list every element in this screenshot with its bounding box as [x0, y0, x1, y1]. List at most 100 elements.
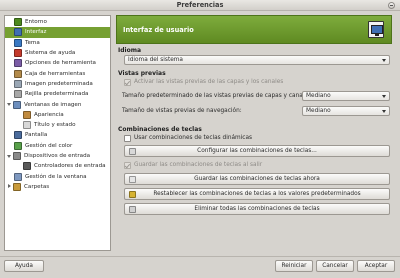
tree-item[interactable]: Carpetas	[5, 182, 110, 192]
save-icon	[129, 176, 136, 183]
title-bar: Preferencias	[0, 0, 400, 11]
tree-item-label: Sistema de ayuda	[25, 50, 76, 57]
save-shortcuts-now-button[interactable]: Guardar las combinaciones de teclas ahor…	[124, 173, 390, 185]
activate-previews-label: Activar las vistas previas de las capas …	[134, 79, 284, 85]
tree-item-icon	[13, 152, 21, 161]
restore-shortcuts-button[interactable]: Restablecer las combinaciones de teclas …	[124, 188, 390, 200]
configure-shortcuts-label: Configurar las combinaciones de teclas..…	[197, 148, 317, 154]
tree-item-icon	[14, 69, 22, 78]
tree-item[interactable]: Caja de herramientas	[5, 69, 110, 79]
help-button-label: Ayuda	[15, 263, 33, 269]
page-header: Interfaz de usuario	[116, 15, 392, 44]
tree-item-label: Gestión del color	[25, 142, 73, 149]
cancel-button-label: Cancelar	[322, 263, 348, 269]
cancel-button[interactable]: Cancelar	[316, 260, 354, 272]
minimize-button[interactable]	[388, 2, 395, 9]
preferences-window: Entorno Interfaz Tema Sistema de ayuda Opcio…	[0, 11, 400, 278]
dynamic-shortcuts-checkbox[interactable]	[124, 135, 131, 142]
tree-item-icon	[23, 162, 31, 171]
language-select[interactable]: Idioma del sistema	[124, 55, 390, 65]
tree-item-icon	[14, 38, 22, 47]
nav-preview-size-select[interactable]: Mediano	[302, 106, 390, 116]
tree-item[interactable]: Pantalla	[5, 130, 110, 140]
tree-item[interactable]: Interfaz	[5, 27, 110, 38]
chevron-down-icon	[382, 110, 386, 113]
layer-preview-size-value: Mediano	[306, 93, 331, 99]
tree-item-label: Apariencia	[34, 111, 64, 118]
chevron-down-icon	[382, 59, 386, 62]
tree-item[interactable]: Gestión de la ventana	[5, 172, 110, 182]
reset-button-label: Reiniciar	[281, 263, 307, 269]
page-title: Interfaz de usuario	[123, 26, 194, 34]
tree-item[interactable]: Imagen predeterminada	[5, 79, 110, 89]
tree-item[interactable]: Título y estado	[5, 120, 110, 130]
monitor-icon	[368, 21, 384, 38]
tree-item[interactable]: Gestión del color	[5, 141, 110, 151]
tree-item[interactable]: Apariencia	[5, 110, 110, 120]
save-shortcuts-now-label: Guardar las combinaciones de teclas ahor…	[194, 176, 320, 182]
tree-item-icon	[13, 100, 21, 109]
tree-item-icon	[14, 18, 22, 27]
restore-icon	[129, 191, 136, 198]
tree-item-label: Caja de herramientas	[25, 70, 86, 77]
tree-item-label: Dispositivos de entrada	[24, 153, 91, 160]
tree-item-icon	[14, 141, 22, 150]
reset-button[interactable]: Reiniciar	[275, 260, 313, 272]
keyboard-icon	[129, 148, 136, 155]
layer-preview-size-label: Tamaño predeterminado de las vistas prev…	[122, 93, 313, 99]
configure-shortcuts-button[interactable]: Configurar las combinaciones de teclas..…	[124, 145, 390, 157]
tree-item[interactable]: Sistema de ayuda	[5, 48, 110, 58]
expander-open-icon[interactable]	[7, 102, 12, 107]
tree-item-label: Rejilla predeterminada	[25, 91, 89, 98]
tree-item-label: Gestión de la ventana	[25, 173, 87, 180]
tree-item-icon	[14, 49, 22, 58]
tree-item-icon	[14, 172, 22, 181]
activate-previews-checkbox[interactable]	[124, 79, 131, 86]
tree-item-icon	[23, 110, 31, 119]
language-select-value: Idioma del sistema	[128, 57, 183, 63]
tree-item[interactable]: Opciones de herramienta	[5, 58, 110, 68]
expander-closed-icon[interactable]	[7, 184, 12, 189]
tree-item-icon	[14, 79, 22, 88]
tree-item-label: Entorno	[25, 19, 47, 26]
delete-shortcuts-label: Eliminar todas las combinaciones de tecl…	[194, 206, 320, 212]
tree-item[interactable]: Dispositivos de entrada	[5, 151, 110, 161]
dynamic-shortcuts-label: Usar combinaciones de teclas dinámicas	[134, 135, 253, 141]
tree-item-label: Imagen predeterminada	[25, 80, 93, 87]
save-on-exit-checkbox[interactable]	[124, 162, 131, 169]
help-button[interactable]: Ayuda	[4, 260, 44, 272]
chevron-down-icon	[382, 95, 386, 98]
tree-item-icon	[14, 59, 22, 68]
tree-item[interactable]: Ventanas de imagen	[5, 99, 110, 109]
nav-preview-size-label: Tamaño de vistas previas de navegación:	[122, 108, 242, 114]
tree-item-label: Interfaz	[25, 29, 47, 36]
layer-preview-size-select[interactable]: Mediano	[302, 91, 390, 101]
tree-item[interactable]: Rejilla predeterminada	[5, 89, 110, 99]
previews-section-title: Vistas previas	[118, 70, 166, 77]
tree-item[interactable]: Entorno	[5, 17, 110, 27]
delete-shortcuts-button[interactable]: Eliminar todas las combinaciones de tecl…	[124, 203, 390, 215]
tree-item-label: Tema	[25, 39, 40, 46]
preferences-tree[interactable]: Entorno Interfaz Tema Sistema de ayuda Opcio…	[4, 15, 111, 251]
accept-button[interactable]: Aceptar	[357, 260, 395, 272]
tree-item-label: Título y estado	[34, 122, 76, 129]
tree-item-icon	[13, 182, 21, 191]
tree-item-icon	[23, 121, 31, 130]
shortcuts-section-title: Combinaciones de teclas	[118, 126, 202, 133]
expander-open-icon[interactable]	[7, 154, 12, 159]
tree-item-label: Pantalla	[25, 132, 48, 139]
tree-item-label: Controladores de entrada	[34, 163, 106, 170]
tree-item[interactable]: Tema	[5, 38, 110, 48]
tree-item-label: Carpetas	[24, 183, 50, 190]
tree-item[interactable]: Controladores de entrada	[5, 161, 110, 171]
tree-item-icon	[14, 131, 22, 140]
restore-shortcuts-label: Restablecer las combinaciones de teclas …	[153, 191, 361, 197]
tree-item-icon	[14, 28, 22, 37]
clear-icon	[129, 206, 136, 213]
footer-separator	[0, 256, 400, 257]
nav-preview-size-value: Mediano	[306, 108, 331, 114]
tree-item-label: Ventanas de imagen	[24, 101, 82, 108]
accept-button-label: Aceptar	[364, 263, 388, 269]
language-section-title: Idioma	[118, 47, 142, 54]
tree-item-label: Opciones de herramienta	[25, 60, 96, 67]
